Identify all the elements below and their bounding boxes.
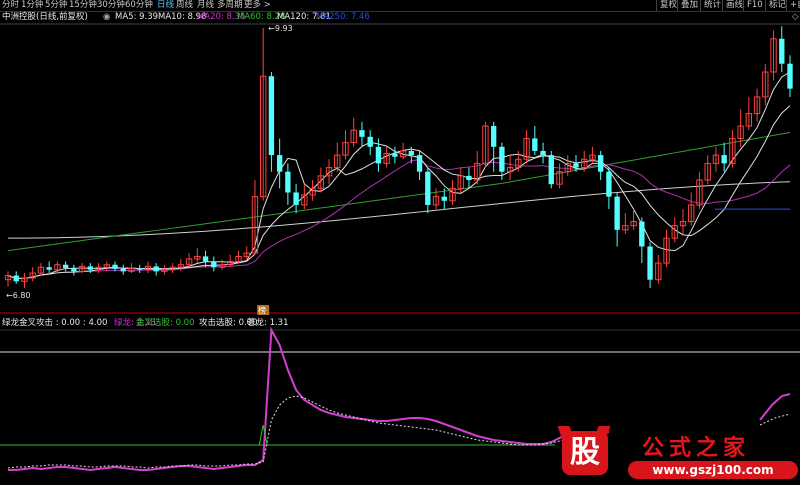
ma120-line <box>7 181 791 239</box>
candle-body <box>71 268 77 272</box>
candle-body <box>367 136 373 147</box>
candle-body <box>597 155 604 172</box>
candle-body <box>499 146 505 172</box>
candle-body <box>375 146 382 164</box>
low-price-label: ←6.80 <box>6 291 31 300</box>
candle-body <box>490 126 497 147</box>
candle-body <box>62 264 69 269</box>
candle-body <box>87 266 93 270</box>
high-price-label: ←9.93 <box>268 24 293 33</box>
ma5-line <box>7 71 791 279</box>
candle-body <box>112 264 118 269</box>
signal-marker-label: 榜 <box>258 305 266 315</box>
candle-body <box>120 268 126 272</box>
candle-body <box>13 275 19 282</box>
candle-body <box>647 246 653 280</box>
candle-body <box>548 155 554 185</box>
candle-body <box>721 155 727 164</box>
kline-chart: ←9.93 ←6.80 榜 <box>0 23 800 472</box>
azure-dragon-line <box>7 395 609 469</box>
candle-body <box>211 261 217 268</box>
logo-url: www.gszj100.com <box>628 461 798 479</box>
candle-body <box>441 196 447 201</box>
logo-title: 公式之家 <box>642 436 751 461</box>
candle-body <box>787 63 793 89</box>
candle-body <box>153 266 159 272</box>
candle-body <box>268 76 275 156</box>
candle-body <box>293 192 299 205</box>
watermark-logo: 股 公式之家 www.gszj100.com <box>557 426 800 485</box>
candle-body <box>416 155 423 172</box>
candle-body <box>408 150 415 156</box>
candle-body <box>276 155 283 172</box>
candle-body <box>425 171 431 205</box>
candle-body <box>466 175 472 181</box>
candle-body <box>285 171 291 193</box>
candle-body <box>606 171 612 197</box>
candle-body <box>359 130 365 137</box>
candle-body <box>573 163 579 168</box>
green-dragon-line-right <box>759 393 791 421</box>
candle-body <box>392 153 398 157</box>
ma20-line <box>7 158 791 279</box>
candle-body <box>532 138 538 151</box>
candle-body <box>46 267 52 270</box>
candle-body <box>779 38 785 64</box>
candle-body <box>137 268 143 270</box>
candle-body <box>202 256 209 262</box>
ma60-line <box>7 131 791 252</box>
ma10-line <box>7 105 791 279</box>
candle-body <box>614 196 620 230</box>
candle-body <box>540 150 546 156</box>
candle-body <box>639 221 645 247</box>
logo-glyph: 股 <box>562 431 608 475</box>
